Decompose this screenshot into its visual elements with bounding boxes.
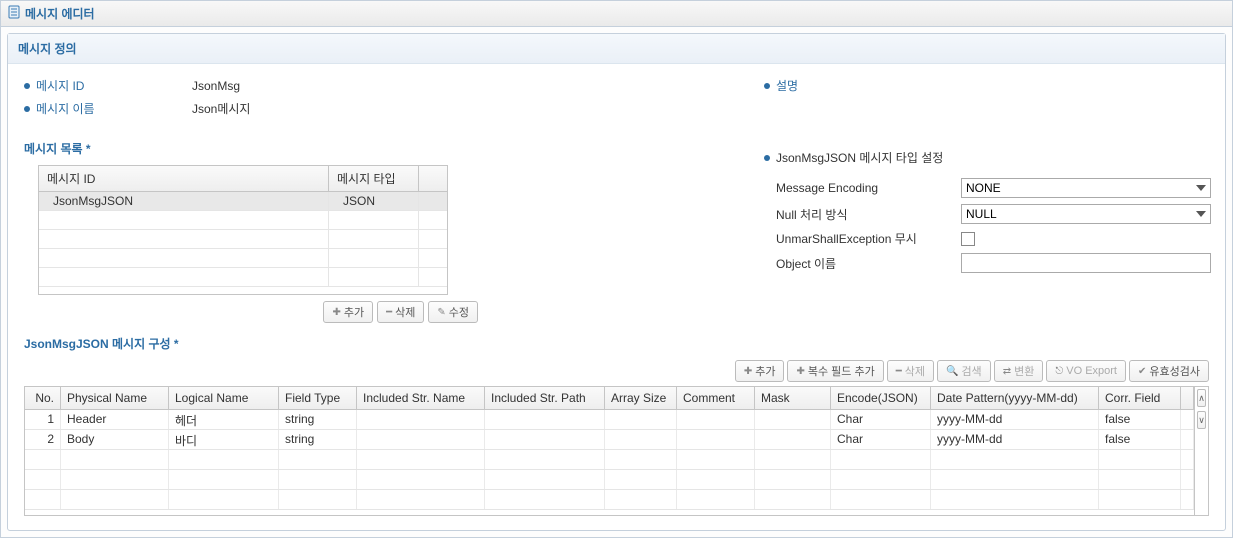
msg-list-table[interactable]: 메시지 ID 메시지 타입 JsonMsgJSON JSON [38, 165, 448, 295]
document-icon [7, 5, 21, 22]
col-field-type[interactable]: Field Type [279, 387, 357, 409]
encoding-label: Message Encoding [776, 181, 961, 195]
plus-icon: ✚ [796, 366, 804, 377]
col-included-name[interactable]: Included Str. Name [357, 387, 485, 409]
bullet-icon [764, 155, 770, 161]
unmarshall-label: UnmarShallException 무시 [776, 230, 961, 247]
convert-button[interactable]: ⇄ 변환 [994, 360, 1044, 382]
add-field-button[interactable]: ✚ 추가 [735, 360, 785, 382]
minus-icon: ━ [386, 307, 392, 318]
col-no[interactable]: No. [25, 387, 61, 409]
col-mask[interactable]: Mask [755, 387, 831, 409]
move-up-button[interactable]: ∧ [1197, 389, 1206, 407]
bullet-icon [24, 106, 30, 112]
msg-id-label: 메시지 ID [36, 77, 186, 94]
null-label: Null 처리 방식 [776, 206, 961, 223]
col-msg-type[interactable]: 메시지 타입 [329, 166, 419, 191]
bullet-icon [764, 83, 770, 89]
col-array-size[interactable]: Array Size [605, 387, 677, 409]
col-comment[interactable]: Comment [677, 387, 755, 409]
validate-button[interactable]: ✔ 유효성검사 [1129, 360, 1209, 382]
move-down-button[interactable]: ∨ [1197, 411, 1206, 429]
msg-list-title: 메시지 목록 * [24, 128, 724, 165]
pencil-icon: ✎ [437, 307, 445, 318]
export-icon: ⎋ [1055, 366, 1063, 377]
cell-msg-id: JsonMsgJSON [39, 192, 329, 210]
col-date-pattern[interactable]: Date Pattern(yyyy-MM-dd) [931, 387, 1099, 409]
col-msg-id[interactable]: 메시지 ID [39, 166, 329, 191]
chevron-up-icon: ∧ [1198, 393, 1205, 404]
section-definition-title: 메시지 정의 [8, 34, 1225, 64]
null-select[interactable]: NULL [961, 204, 1211, 224]
type-settings-title: JsonMsgJSON 메시지 타입 설정 [776, 149, 943, 166]
editor-header: 메시지 에디터 [1, 1, 1232, 27]
col-logical-name[interactable]: Logical Name [169, 387, 279, 409]
editor-title: 메시지 에디터 [25, 5, 95, 22]
minus-icon: ━ [896, 366, 902, 377]
convert-icon: ⇄ [1003, 366, 1011, 377]
unmarshall-checkbox[interactable] [961, 232, 975, 246]
plus-icon: ✚ [744, 366, 752, 377]
object-name-label: Object 이름 [776, 255, 961, 272]
msg-name-value: Json메시지 [192, 100, 250, 117]
object-name-input[interactable] [961, 253, 1211, 273]
search-button[interactable]: 🔍 검색 [937, 360, 991, 382]
col-corr-field[interactable]: Corr. Field [1099, 387, 1181, 409]
vo-export-button[interactable]: ⎋ VO Export [1046, 360, 1126, 382]
bullet-icon [24, 83, 30, 89]
table-row[interactable]: 2 Body 바디 string Char yyyy-MM-dd [25, 430, 1194, 450]
table-row[interactable]: JsonMsgJSON JSON [39, 192, 447, 211]
chevron-down-icon: ∨ [1198, 415, 1205, 426]
add-button[interactable]: ✚ 추가 [323, 301, 373, 323]
col-included-path[interactable]: Included Str. Path [485, 387, 605, 409]
encoding-select[interactable]: NONE [961, 178, 1211, 198]
msg-id-value: JsonMsg [192, 79, 240, 93]
delete-button[interactable]: ━ 삭제 [377, 301, 424, 323]
composition-title: JsonMsgJSON 메시지 구성 * [24, 323, 1209, 360]
edit-button[interactable]: ✎ 수정 [428, 301, 478, 323]
col-encode[interactable]: Encode(JSON) [831, 387, 931, 409]
desc-label: 설명 [776, 77, 926, 94]
composition-table[interactable]: No. Physical Name Logical Name Field Typ… [25, 387, 1194, 515]
msg-name-label: 메시지 이름 [36, 100, 186, 117]
col-physical-name[interactable]: Physical Name [61, 387, 169, 409]
plus-icon: ✚ [332, 307, 340, 318]
delete-field-button[interactable]: ━ 삭제 [887, 360, 934, 382]
search-icon: 🔍 [946, 366, 958, 377]
cell-msg-type: JSON [329, 192, 419, 210]
check-icon: ✔ [1138, 366, 1146, 377]
add-multi-field-button[interactable]: ✚ 복수 필드 추가 [787, 360, 883, 382]
table-row[interactable]: 1 Header 헤더 string Char yyyy-MM-dd [25, 410, 1194, 430]
